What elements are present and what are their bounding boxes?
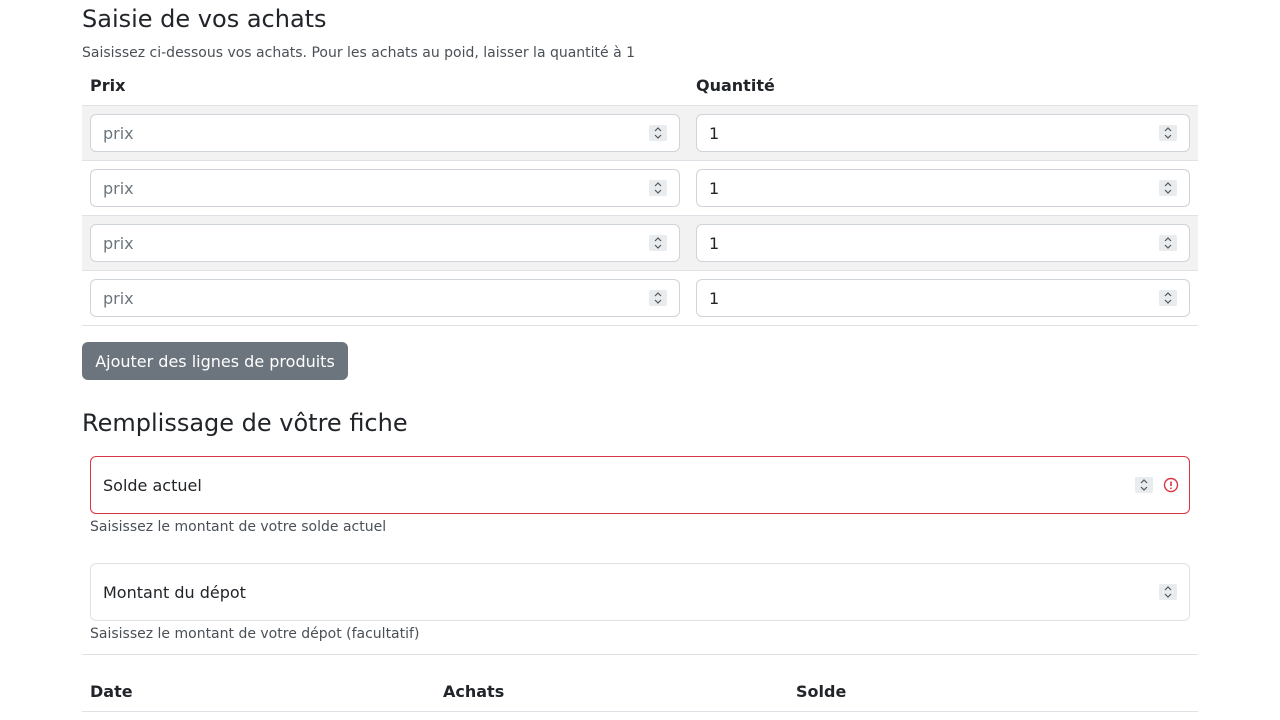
quantity-value: 1 bbox=[709, 123, 720, 143]
quantity-input[interactable]: 1 bbox=[696, 279, 1190, 317]
price-input[interactable]: prix bbox=[90, 279, 680, 317]
chevron-up-down-icon[interactable] bbox=[1159, 584, 1177, 600]
quantity-value: 1 bbox=[709, 178, 720, 198]
quantity-input[interactable]: 1 bbox=[696, 224, 1190, 262]
purchases-table: Prix Quantité prix 1 prix 1 prix 1 prix … bbox=[82, 70, 1198, 326]
price-placeholder: prix bbox=[103, 288, 134, 308]
column-header-quantity: Quantité bbox=[696, 76, 775, 95]
chevron-up-down-icon[interactable] bbox=[649, 290, 667, 306]
chevron-up-down-icon[interactable] bbox=[649, 235, 667, 251]
add-product-lines-button[interactable]: Ajouter des lignes de produits bbox=[82, 342, 348, 380]
exclamation-circle-icon bbox=[1163, 477, 1179, 493]
purchases-subtitle: Saisissez ci-dessous vos achats. Pour le… bbox=[82, 45, 636, 61]
chevron-up-down-icon[interactable] bbox=[649, 125, 667, 141]
current-balance-help: Saisissez le montant de votre solde actu… bbox=[90, 519, 387, 535]
sheet-title: Remplissage de vôtre fiche bbox=[82, 409, 408, 437]
current-balance-label: Solde actuel bbox=[103, 475, 202, 495]
price-placeholder: prix bbox=[103, 123, 134, 143]
purchases-table-header: Prix Quantité bbox=[82, 70, 1198, 106]
price-input[interactable]: prix bbox=[90, 114, 680, 152]
history-header-divider bbox=[82, 711, 1198, 712]
quantity-input[interactable]: 1 bbox=[696, 169, 1190, 207]
quantity-value: 1 bbox=[709, 233, 720, 253]
chevron-up-down-icon[interactable] bbox=[1159, 125, 1177, 141]
quantity-value: 1 bbox=[709, 288, 720, 308]
chevron-up-down-icon[interactable] bbox=[1159, 290, 1177, 306]
price-input[interactable]: prix bbox=[90, 224, 680, 262]
chevron-up-down-icon[interactable] bbox=[1135, 477, 1153, 493]
divider bbox=[82, 654, 1198, 655]
price-input[interactable]: prix bbox=[90, 169, 680, 207]
history-header-date: Date bbox=[90, 682, 133, 701]
price-placeholder: prix bbox=[103, 233, 134, 253]
chevron-up-down-icon[interactable] bbox=[1159, 180, 1177, 196]
deposit-field[interactable]: Montant du dépot bbox=[90, 563, 1190, 621]
table-row: prix 1 bbox=[82, 106, 1198, 161]
history-header-purchases: Achats bbox=[443, 682, 505, 701]
table-row: prix 1 bbox=[82, 161, 1198, 216]
history-header-balance: Solde bbox=[796, 682, 847, 701]
quantity-input[interactable]: 1 bbox=[696, 114, 1190, 152]
deposit-label: Montant du dépot bbox=[103, 582, 246, 602]
current-balance-field[interactable]: Solde actuel bbox=[90, 456, 1190, 514]
chevron-up-down-icon[interactable] bbox=[1159, 235, 1177, 251]
deposit-help: Saisissez le montant de votre dépot (fac… bbox=[90, 626, 420, 642]
price-placeholder: prix bbox=[103, 178, 134, 198]
purchases-title: Saisie de vos achats bbox=[82, 5, 327, 33]
column-header-price: Prix bbox=[90, 76, 126, 95]
table-row: prix 1 bbox=[82, 216, 1198, 271]
chevron-up-down-icon[interactable] bbox=[649, 180, 667, 196]
table-row: prix 1 bbox=[82, 271, 1198, 326]
